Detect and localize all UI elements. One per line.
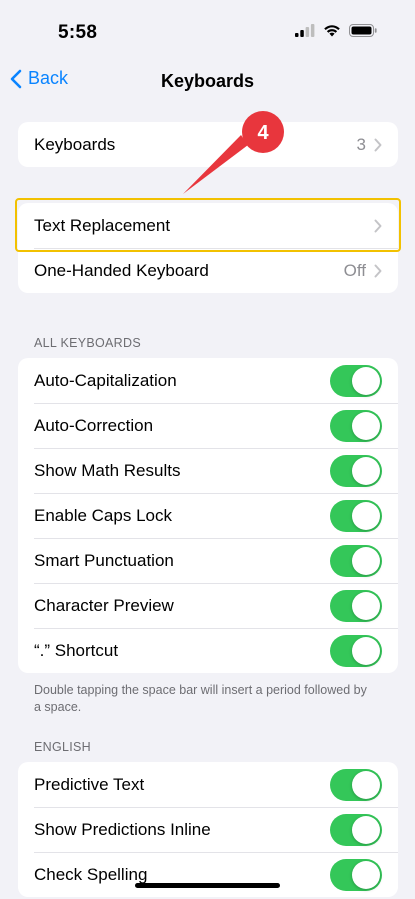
status-bar: 5:58 <box>0 0 415 60</box>
keyboards-count: 3 <box>356 134 366 154</box>
toggle-label: Show Predictions Inline <box>34 819 211 839</box>
toggle-label: Check Spelling <box>34 864 148 884</box>
toggle-label: Auto-Capitalization <box>34 370 177 390</box>
period-shortcut-footnote: Double tapping the space bar will insert… <box>34 683 367 714</box>
keyboards-label: Keyboards <box>34 134 116 154</box>
toggle-knob <box>352 591 380 620</box>
enable-caps-lock-toggle[interactable] <box>330 499 382 532</box>
toggle-label: Smart Punctuation <box>34 550 174 570</box>
predictive-text-toggle[interactable] <box>330 768 382 801</box>
all-keyboards-header: ALL KEYBOARDS <box>34 336 141 350</box>
chevron-right-icon <box>374 138 382 151</box>
english-header: ENGLISH <box>34 740 91 754</box>
toggle-row-show-predictions-inline: Show Predictions Inline <box>18 807 398 852</box>
all-keyboards-group: Auto-Capitalization Auto-Correction Show… <box>18 358 398 673</box>
navigation-bar: Back Keyboards <box>0 60 415 104</box>
toggle-knob <box>352 501 380 530</box>
toggle-knob <box>352 815 380 844</box>
keyboards-group: Keyboards 3 <box>18 122 398 167</box>
check-spelling-toggle[interactable] <box>330 858 382 891</box>
toggle-knob <box>352 366 380 395</box>
period-shortcut-toggle[interactable] <box>330 634 382 667</box>
toggle-label: Enable Caps Lock <box>34 505 172 525</box>
toggle-knob <box>352 770 380 799</box>
chevron-right-icon <box>374 264 382 277</box>
home-indicator[interactable] <box>135 883 280 888</box>
toggle-row-enable-caps-lock: Enable Caps Lock <box>18 493 398 538</box>
toggle-knob <box>352 546 380 575</box>
smart-punctuation-toggle[interactable] <box>330 544 382 577</box>
battery-icon <box>349 24 377 37</box>
toggle-label: Character Preview <box>34 595 174 615</box>
auto-capitalization-toggle[interactable] <box>330 364 382 397</box>
status-time: 5:58 <box>58 22 98 43</box>
auto-correction-toggle[interactable] <box>330 409 382 442</box>
toggle-row-smart-punctuation: Smart Punctuation <box>18 538 398 583</box>
toggle-row-period-shortcut: “.” Shortcut <box>18 628 398 673</box>
show-predictions-inline-toggle[interactable] <box>330 813 382 846</box>
page-title: Keyboards <box>160 71 255 91</box>
toggle-row-predictive-text: Predictive Text <box>18 762 398 807</box>
toggle-knob <box>352 411 380 440</box>
character-preview-toggle[interactable] <box>330 589 382 622</box>
wifi-icon <box>324 25 340 37</box>
toggle-row-character-preview: Character Preview <box>18 583 398 628</box>
status-icons <box>295 24 377 37</box>
keyboards-row[interactable]: Keyboards 3 <box>18 122 398 167</box>
toggle-label: Show Math Results <box>34 460 181 480</box>
toggle-label: “.” Shortcut <box>34 640 119 660</box>
toggle-row-check-spelling: Check Spelling <box>18 852 398 897</box>
toggle-label: Auto-Correction <box>34 415 154 435</box>
toggle-knob <box>352 456 380 485</box>
toggle-row-auto-capitalization: Auto-Capitalization <box>18 358 398 403</box>
toggle-knob <box>352 636 380 665</box>
one-handed-keyboard-value: Off <box>343 260 366 280</box>
english-group: Predictive Text Show Predictions Inline … <box>18 762 398 897</box>
text-replacement-highlight <box>15 198 401 252</box>
one-handed-keyboard-label: One-Handed Keyboard <box>34 260 209 280</box>
one-handed-keyboard-row[interactable]: One-Handed Keyboard Off <box>18 248 398 293</box>
cellular-signal-icon <box>295 24 315 37</box>
toggle-knob <box>352 860 380 889</box>
toggle-row-auto-correction: Auto-Correction <box>18 403 398 448</box>
show-math-results-toggle[interactable] <box>330 454 382 487</box>
toggle-row-show-math-results: Show Math Results <box>18 448 398 493</box>
toggle-label: Predictive Text <box>34 774 145 794</box>
